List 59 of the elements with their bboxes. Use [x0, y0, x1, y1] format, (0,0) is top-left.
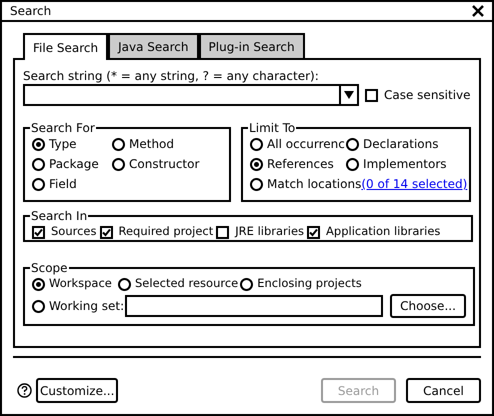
group-title: Limit To	[248, 122, 296, 134]
tab[interactable]: Plug-in Search	[198, 33, 305, 58]
option-label[interactable]: Required project	[118, 223, 214, 241]
check-icon	[309, 228, 318, 236]
dialog-button[interactable]: Customize...	[36, 378, 118, 403]
checkbox[interactable]	[100, 226, 112, 238]
window-title: Search	[10, 3, 52, 20]
radio-button[interactable]	[32, 158, 45, 170]
radio-button[interactable]	[112, 158, 125, 170]
help-icon[interactable]	[17, 383, 32, 398]
radio-button[interactable]	[250, 178, 264, 190]
option-label[interactable]: Field	[49, 175, 77, 193]
tab[interactable]: Java Search	[108, 33, 199, 58]
selection-link[interactable]: (0 of 14 selected)	[361, 175, 468, 193]
search-string-combo[interactable]	[23, 84, 359, 106]
option-label[interactable]: Working set:	[49, 297, 124, 315]
group-title: Scope	[30, 262, 69, 274]
option-label[interactable]: Constructor	[129, 155, 200, 173]
option-label[interactable]: Package	[49, 155, 99, 173]
option-label[interactable]: References	[267, 155, 334, 173]
radio-button[interactable]	[32, 138, 45, 150]
option-label[interactable]: Implementors	[363, 155, 447, 173]
checkbox[interactable]	[216, 226, 230, 238]
radio-button[interactable]	[32, 278, 45, 290]
radio-button[interactable]	[250, 138, 264, 150]
option-label[interactable]: Method	[129, 135, 174, 153]
check-icon	[102, 228, 110, 236]
option-label[interactable]: Declarations	[363, 135, 438, 153]
option-label[interactable]: JRE libraries	[235, 223, 304, 241]
option-label[interactable]: Case sensitive	[384, 86, 471, 104]
radio-button[interactable]	[32, 178, 45, 190]
radio-button[interactable]	[112, 138, 125, 150]
choose-button[interactable]: Choose...	[390, 294, 466, 318]
radio-button[interactable]	[240, 278, 254, 290]
field-label: Search string (* = any string, ? = any character):	[23, 68, 320, 84]
radio-button[interactable]	[118, 278, 131, 290]
radio-button[interactable]	[346, 138, 360, 150]
option-label[interactable]: Type	[49, 135, 77, 153]
checkbox[interactable]	[32, 226, 45, 238]
radio-button[interactable]	[32, 300, 45, 312]
radio-button[interactable]	[250, 158, 264, 170]
option-label[interactable]: Workspace	[49, 275, 112, 293]
option-label[interactable]: Selected resource	[135, 275, 238, 293]
checkbox[interactable]	[365, 88, 378, 102]
group-title: Search For	[30, 122, 96, 134]
close-icon[interactable]	[472, 5, 484, 17]
option-label[interactable]: Enclosing projects	[257, 275, 362, 293]
option-label[interactable]: Application libraries	[326, 223, 440, 241]
option-label[interactable]: All occurrenc	[267, 135, 345, 153]
dialog-button[interactable]: Cancel	[406, 378, 481, 403]
group-title: Search In	[30, 210, 88, 222]
checkbox[interactable]	[307, 226, 320, 238]
radio-button[interactable]	[346, 158, 360, 170]
option-label[interactable]: Match locations	[267, 175, 362, 193]
dropdown-icon	[344, 91, 354, 99]
working-set-field[interactable]	[125, 295, 384, 317]
option-label[interactable]: Sources	[51, 223, 96, 241]
check-icon	[34, 228, 43, 236]
tab[interactable]: File Search	[23, 33, 108, 60]
